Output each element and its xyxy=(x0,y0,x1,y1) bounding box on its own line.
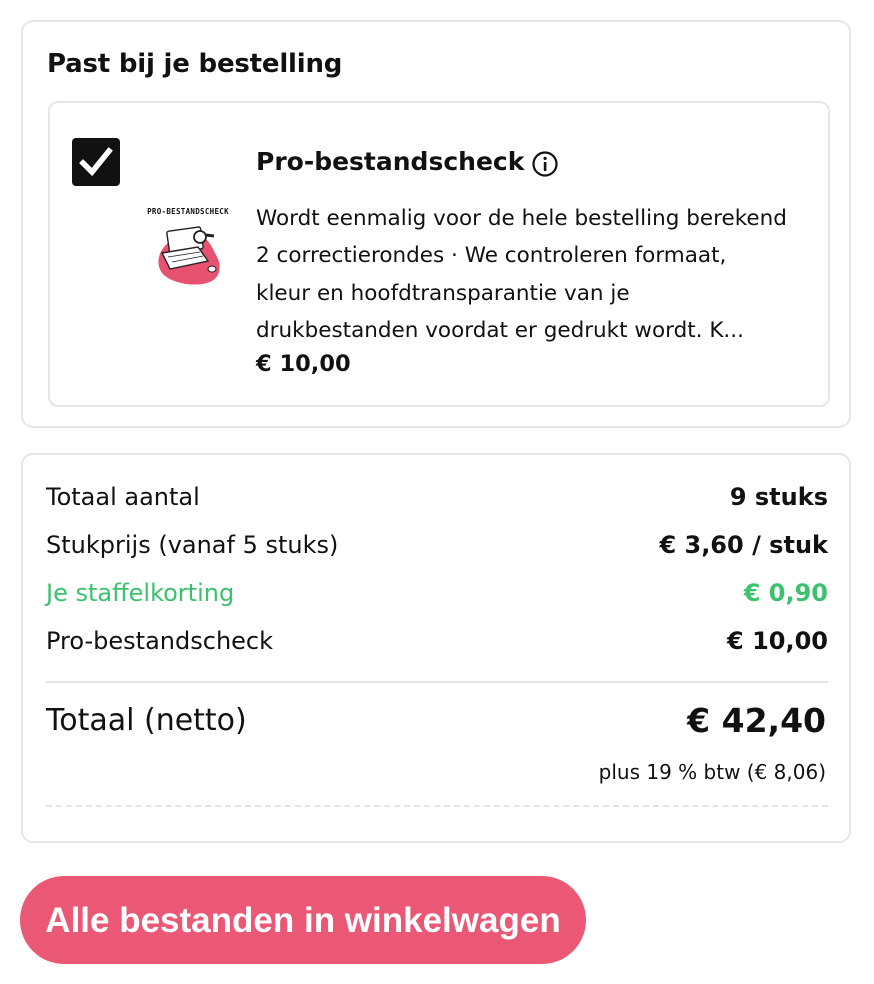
addon-description-line: drukbestanden voordat er gedrukt wordt. … xyxy=(256,317,744,343)
summary-row-discount: Je staffelkorting € 0,90 xyxy=(46,579,828,613)
addon-checkbox[interactable] xyxy=(72,138,120,186)
addon-description: Wordt eenmalig voor de hele bestelling b… xyxy=(256,200,816,349)
total-label: Totaal (netto) xyxy=(46,703,247,738)
dashed-divider xyxy=(46,805,828,807)
addon-price: € 10,00 xyxy=(256,351,351,377)
addon-description-line: 2 correctierondes · We controleren forma… xyxy=(256,243,727,269)
summary-row-unit-price: Stukprijs (vanaf 5 stuks) € 3,60 / stuk xyxy=(46,531,828,565)
summary-label: Stukprijs (vanaf 5 stuks) xyxy=(46,531,339,559)
summary-value: € 10,00 xyxy=(727,627,828,655)
summary-row-addon: Pro-bestandscheck € 10,00 xyxy=(46,627,828,661)
summary-row-quantity: Totaal aantal 9 stuks xyxy=(46,483,828,517)
addon-pro-bestandscheck[interactable]: PRO-BESTANDSCHECK Pro-bestandscheck Word… xyxy=(48,101,830,407)
addon-description-line: Wordt eenmalig voor de hele bestelling b… xyxy=(256,206,787,231)
laptop-magnifier-icon xyxy=(158,226,220,285)
add-all-to-cart-button[interactable]: Alle bestanden in winkelwagen xyxy=(20,876,586,964)
order-summary: Totaal aantal 9 stuks Stukprijs (vanaf 5… xyxy=(21,453,851,843)
addon-image: PRO-BESTANDSCHECK xyxy=(142,207,234,287)
addon-title: Pro-bestandscheck xyxy=(256,147,525,176)
addon-description-line: kleur en hoofdtransparantie van je xyxy=(256,280,630,306)
summary-label: Je staffelkorting xyxy=(46,579,235,607)
summary-value: € 3,60 / stuk xyxy=(659,531,828,559)
checkmark-icon xyxy=(79,147,113,177)
upsell-card: Past bij je bestelling PRO-BESTANDSCHECK… xyxy=(21,20,851,428)
summary-label: Totaal aantal xyxy=(46,483,200,511)
summary-label: Pro-bestandscheck xyxy=(46,627,274,655)
vat-note: plus 19 % btw (€ 8,06) xyxy=(598,760,826,784)
total-value: € 42,40 xyxy=(687,701,826,740)
summary-divider xyxy=(46,681,828,683)
summary-value: 9 stuks xyxy=(729,483,828,511)
summary-value: € 0,90 xyxy=(743,579,828,607)
upsell-title: Past bij je bestelling xyxy=(47,49,343,79)
info-icon[interactable] xyxy=(531,150,559,178)
